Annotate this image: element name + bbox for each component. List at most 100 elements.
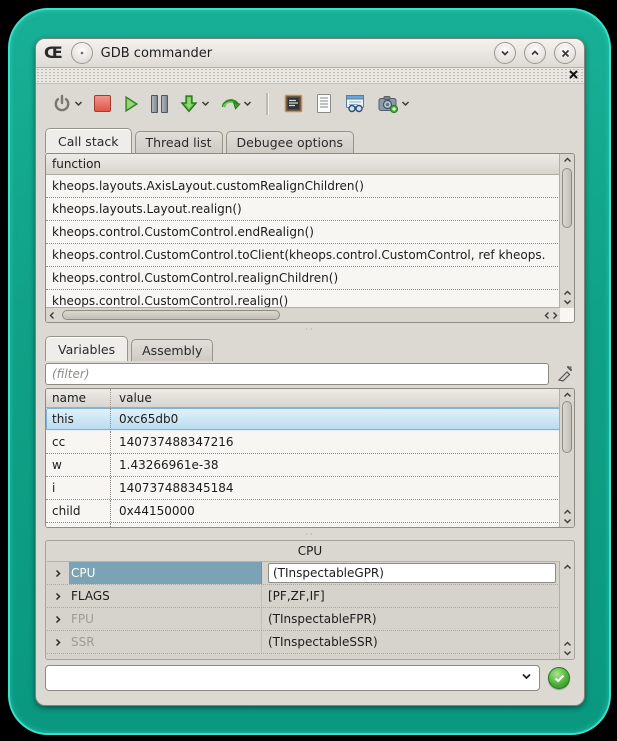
toolbar-separator <box>266 93 269 115</box>
continue-button[interactable] <box>120 93 142 115</box>
variable-row[interactable]: this 0xc65db0 <box>46 408 560 431</box>
variable-row[interactable]: cc 140737488347216 <box>46 431 560 454</box>
callstack-row[interactable]: kheops.control.CustomControl.endRealign(… <box>46 221 560 244</box>
chevron-down-icon <box>74 100 83 107</box>
scroll-up-icon[interactable] <box>560 641 574 647</box>
variable-row[interactable]: child 0x44150000 <box>46 500 560 523</box>
callstack-row[interactable]: kheops.control.CustomControl.toClient(kh… <box>46 244 560 267</box>
scrollbar-thumb[interactable] <box>562 401 572 453</box>
column-header-value[interactable]: value <box>111 391 152 405</box>
scroll-up-icon[interactable] <box>560 392 574 398</box>
variable-row[interactable]: i 140737488345184 <box>46 477 560 500</box>
cpu-register-row[interactable]: FLAGS [PF,ZF,IF] <box>47 585 560 608</box>
callstack-horizontal-scrollbar[interactable] <box>46 307 560 322</box>
cpu-vertical-scrollbar[interactable] <box>559 561 574 659</box>
stop-button[interactable] <box>92 93 113 114</box>
scroll-down-icon[interactable] <box>560 299 574 305</box>
cpu-group-title: CPU <box>46 541 574 561</box>
minimize-button[interactable] <box>494 42 516 64</box>
cpu-register-row[interactable]: FPU (TInspectableFPR) <box>47 608 560 631</box>
filter-input[interactable] <box>45 363 549 385</box>
step-over-icon <box>221 95 241 113</box>
register-group-value: (TInspectableFPR) <box>262 608 560 630</box>
cpu-register-row[interactable]: CPU (TInspectableGPR) <box>47 562 560 585</box>
scroll-up-icon[interactable] <box>560 564 574 570</box>
callstack-column-header[interactable]: function <box>46 154 560 175</box>
variable-name: child <box>48 500 111 522</box>
pause-button[interactable] <box>149 93 170 115</box>
window-title: GDB commander <box>101 46 212 61</box>
filter-row <box>45 362 575 386</box>
cpu-view-button[interactable] <box>281 91 306 116</box>
splitter-handle[interactable]: ·· <box>36 323 584 335</box>
splitter-handle[interactable]: ·· <box>36 528 584 540</box>
power-icon <box>52 94 72 114</box>
maximize-button[interactable] <box>524 42 546 64</box>
snapshot-button[interactable] <box>375 92 412 116</box>
scroll-left-icon[interactable] <box>544 311 550 320</box>
scroll-down-icon[interactable] <box>560 518 574 524</box>
tab-debugee-options[interactable]: Debugee options <box>226 131 355 153</box>
scroll-right-icon[interactable] <box>552 311 558 320</box>
expand-arrow-icon[interactable] <box>47 631 69 653</box>
variables-vertical-scrollbar[interactable] <box>559 389 574 527</box>
run-options-button[interactable] <box>50 92 85 116</box>
column-header-name[interactable]: name <box>52 389 111 407</box>
tab-assembly[interactable]: Assembly <box>131 339 213 361</box>
execute-command-button[interactable] <box>548 667 570 689</box>
dock-handle[interactable] <box>36 68 584 84</box>
register-group-value: (TInspectableSSR) <box>262 631 560 653</box>
snapshot-icon <box>377 94 399 114</box>
scroll-up-icon[interactable] <box>560 509 574 515</box>
chevron-down-icon[interactable] <box>521 672 532 681</box>
tab-thread-list[interactable]: Thread list <box>135 131 223 153</box>
callstack-row[interactable]: kheops.control.CustomControl.realignChil… <box>46 267 560 290</box>
dock-close-button[interactable] <box>568 69 579 80</box>
variables-tabbar: Variables Assembly <box>36 335 584 361</box>
step-over-button[interactable] <box>219 93 254 115</box>
register-group-name: CPU <box>69 562 262 584</box>
callstack-row[interactable]: kheops.layouts.AxisLayout.customRealignC… <box>46 175 560 198</box>
titlebar[interactable]: Œ GDB commander <box>36 39 584 68</box>
scroll-arrow-group <box>544 308 558 322</box>
broom-icon <box>555 364 575 384</box>
tab-call-stack[interactable]: Call stack <box>45 128 132 153</box>
scroll-left-icon[interactable] <box>49 308 55 322</box>
close-button[interactable] <box>554 42 576 64</box>
expand-arrow-icon[interactable] <box>47 585 69 607</box>
variables-rows: this 0xc65db0 cc 140737488347216 w 1.432… <box>46 408 560 528</box>
watches-button[interactable] <box>342 92 368 115</box>
callstack-rows: kheops.layouts.AxisLayout.customRealignC… <box>46 175 560 313</box>
stack-list-button[interactable] <box>313 91 335 116</box>
command-combobox[interactable] <box>45 665 540 691</box>
tab-variables[interactable]: Variables <box>45 336 128 361</box>
register-group-value: [PF,ZF,IF] <box>262 585 560 607</box>
variable-row[interactable]: b 1.43266961e-38 <box>46 523 560 528</box>
variable-value: 1.43266961e-38 <box>111 527 219 528</box>
scrollbar-thumb[interactable] <box>62 310 280 320</box>
cpu-register-row[interactable]: SSR (TInspectableSSR) <box>47 631 560 654</box>
scroll-up-icon[interactable] <box>560 157 574 163</box>
variable-value: 0x44150000 <box>111 504 195 518</box>
register-value-editbox[interactable]: (TInspectableGPR) <box>268 563 556 583</box>
debug-toolbar <box>36 84 584 123</box>
variable-row[interactable]: w 1.43266961e-38 <box>46 454 560 477</box>
chevron-down-icon <box>500 49 510 57</box>
variable-value: 1.43266961e-38 <box>111 458 219 472</box>
app-logo-icon: Œ <box>44 45 63 61</box>
variables-column-headers: name value <box>46 389 560 408</box>
expand-arrow-icon[interactable] <box>47 562 69 584</box>
register-group-value-cell: (TInspectableGPR) <box>262 562 560 584</box>
scrollbar-thumb[interactable] <box>562 168 572 228</box>
window-menu-button[interactable] <box>71 42 93 64</box>
callstack-vertical-scrollbar[interactable] <box>559 154 574 308</box>
step-into-button[interactable] <box>177 92 212 116</box>
callstack-row[interactable]: kheops.layouts.Layout.realign() <box>46 198 560 221</box>
play-icon <box>122 95 140 113</box>
cpu-rows: CPU (TInspectableGPR) FLAGS [PF,ZF,IF] F… <box>47 561 560 659</box>
dot-icon <box>80 51 84 55</box>
clear-filter-button[interactable] <box>555 364 575 384</box>
expand-arrow-icon[interactable] <box>47 608 69 630</box>
scroll-up-icon[interactable] <box>560 290 574 296</box>
scroll-down-icon[interactable] <box>560 650 574 656</box>
